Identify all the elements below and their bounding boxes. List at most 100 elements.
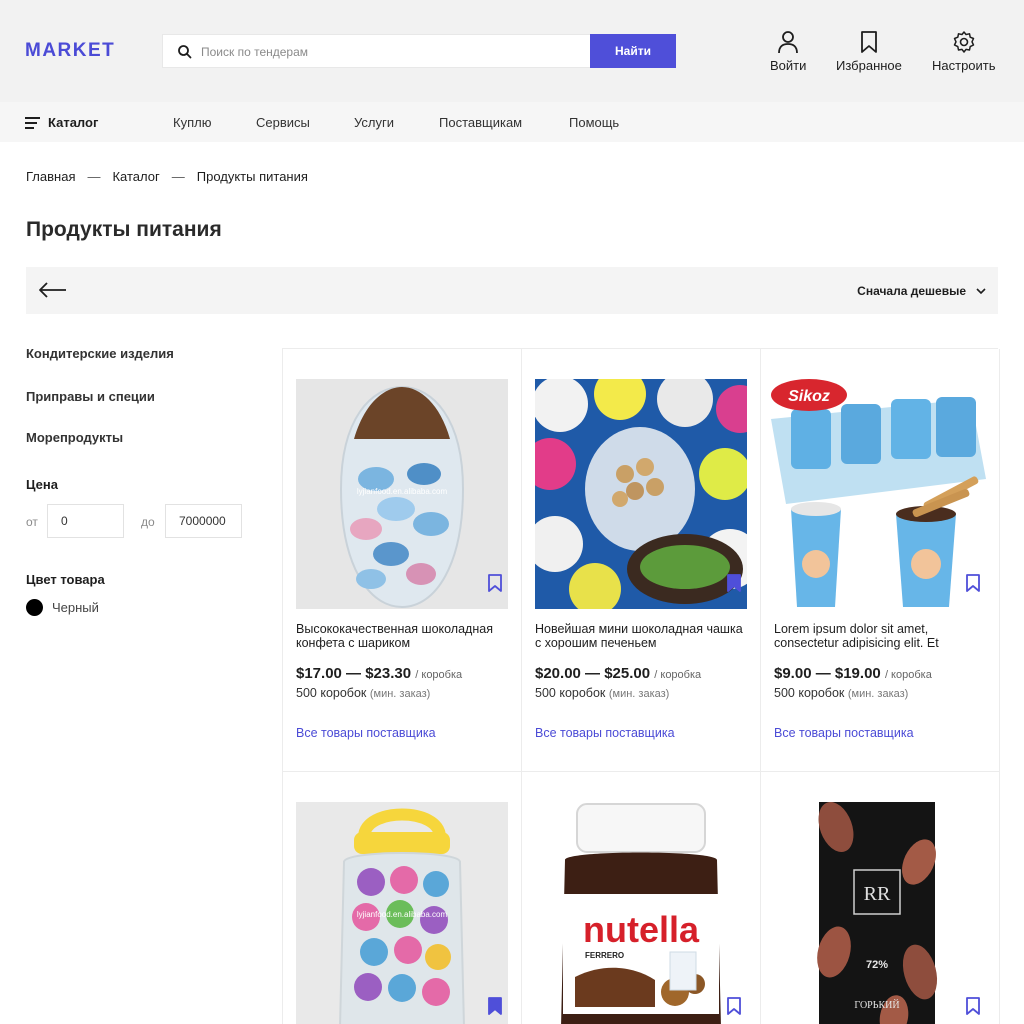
product-image[interactable]: RR 72% ГОРЬКИЙ — [774, 802, 986, 1024]
min-order: 500 коробок (мин. заказ) — [296, 686, 430, 700]
breadcrumb-separator: — — [87, 169, 101, 184]
search-bar — [162, 34, 590, 68]
color-filter-heading: Цвет товара — [26, 572, 105, 587]
price-range: $17.00 — $23.30 — [296, 665, 412, 682]
settings-label: Настроить — [932, 58, 996, 73]
supplier-products-link[interactable]: Все товары поставщика — [774, 726, 914, 740]
favorites-label: Избранное — [836, 58, 902, 73]
bookmark-button[interactable] — [965, 573, 981, 598]
nav-item-suppliers[interactable]: Поставщикам — [439, 115, 522, 130]
product-image[interactable]: Sikoz — [771, 379, 986, 609]
bookmark-button[interactable] — [726, 573, 742, 598]
moq-value: 500 коробок — [535, 686, 606, 700]
product-title[interactable]: Новейшая мини шоколадная чашка с хорошим… — [535, 622, 749, 650]
arrow-left-icon — [39, 282, 66, 298]
watermark-text: lyjianfood.en.alibaba.com — [357, 487, 448, 496]
breadcrumb-home[interactable]: Главная — [26, 169, 75, 184]
login-button[interactable]: Войти — [770, 30, 806, 73]
price-to-input[interactable] — [165, 504, 242, 538]
svg-text:RR: RR — [864, 883, 891, 905]
nav-item-buy[interactable]: Куплю — [173, 115, 211, 130]
favorites-button[interactable]: Избранное — [836, 30, 902, 73]
catalog-menu-button[interactable]: Каталог — [25, 115, 98, 130]
bookmark-icon — [966, 997, 980, 1015]
search-icon — [178, 45, 192, 59]
category-confectionery[interactable]: Кондитерские изделия — [26, 346, 174, 361]
product-image-jar: lyjianfood.en.alibaba.com — [296, 802, 508, 1024]
nav-item-offerings[interactable]: Услуги — [354, 115, 394, 130]
product-price: $20.00 — $25.00 / коробка — [535, 665, 701, 682]
category-spices[interactable]: Приправы и специи — [26, 389, 155, 404]
color-option-label: Черный — [52, 600, 99, 615]
moq-note: (мин. заказ) — [608, 688, 670, 700]
product-image[interactable] — [535, 379, 747, 609]
page-title: Продукты питания — [26, 218, 222, 241]
bookmark-button[interactable] — [487, 996, 503, 1021]
bookmark-button[interactable] — [487, 573, 503, 598]
nav-item-services[interactable]: Сервисы — [256, 115, 310, 130]
product-image-jar: lyjianfood.en.alibaba.com — [296, 379, 508, 609]
price-unit: / коробка — [884, 669, 932, 681]
product-grid: lyjianfood.en.alibaba.com Высококачестве… — [282, 348, 1000, 1024]
settings-button[interactable]: Настроить — [932, 30, 996, 73]
product-title[interactable]: Lorem ipsum dolor sit amet, consectetur … — [774, 622, 988, 650]
product-card[interactable]: RR 72% ГОРЬКИЙ — [761, 772, 1000, 1024]
product-image-sticks: Sikoz — [771, 379, 986, 609]
catalog-label: Каталог — [48, 115, 99, 130]
price-unit: / коробка — [654, 669, 702, 681]
bookmark-icon — [488, 574, 502, 592]
product-image-chocolate: RR 72% ГОРЬКИЙ — [774, 802, 986, 1024]
back-button[interactable] — [38, 281, 68, 304]
moq-value: 500 коробок — [296, 686, 367, 700]
brand-text: nutella — [583, 909, 700, 950]
product-image[interactable]: lyjianfood.en.alibaba.com — [296, 379, 508, 609]
color-option-black[interactable]: Черный — [26, 599, 99, 616]
bookmark-icon — [861, 31, 877, 53]
brand-subtext: FERRERO — [585, 951, 624, 960]
logo[interactable]: MARKET — [25, 40, 115, 62]
product-image-nutella: nutella FERRERO — [535, 802, 747, 1024]
supplier-products-link[interactable]: Все товары поставщика — [535, 726, 675, 740]
color-swatch — [26, 599, 43, 616]
main-nav: Каталог Куплю Сервисы Услуги Поставщикам… — [0, 102, 1024, 142]
product-price: $9.00 — $19.00 / коробка — [774, 665, 932, 682]
product-card[interactable]: lyjianfood.en.alibaba.com — [283, 772, 522, 1024]
search-input[interactable] — [201, 41, 581, 63]
price-range: $20.00 — $25.00 — [535, 665, 651, 682]
chevron-down-icon — [976, 287, 986, 294]
product-image[interactable]: nutella FERRERO — [535, 802, 747, 1024]
label-text: ГОРЬКИЙ — [854, 999, 899, 1011]
breadcrumb-current: Продукты питания — [196, 169, 308, 184]
product-card[interactable]: nutella FERRERO — [522, 772, 761, 1024]
supplier-products-link[interactable]: Все товары поставщика — [296, 726, 436, 740]
product-image-cups — [535, 379, 747, 609]
gear-icon — [953, 31, 975, 53]
bookmark-button[interactable] — [726, 996, 742, 1021]
price-from-input[interactable] — [47, 504, 124, 538]
category-seafood[interactable]: Морепродукты — [26, 430, 123, 445]
listing-toolbar: Сначала дешевые — [26, 267, 998, 314]
breadcrumb: Главная — Каталог — Продукты питания — [26, 169, 308, 184]
breadcrumb-catalog[interactable]: Каталог — [112, 169, 159, 184]
nav-item-help[interactable]: Помощь — [569, 115, 619, 130]
product-image[interactable]: lyjianfood.en.alibaba.com — [296, 802, 508, 1024]
product-title[interactable]: Высококачественная шоколадная конфета с … — [296, 622, 510, 650]
price-filter-heading: Цена — [26, 477, 58, 492]
moq-value: 500 коробок — [774, 686, 845, 700]
product-card[interactable]: Sikoz Lorem ipsum dolor sit amet, consec… — [761, 349, 1000, 772]
login-label: Войти — [770, 58, 807, 73]
brand-text: Sikoz — [788, 388, 830, 405]
sort-label: Сначала дешевые — [857, 284, 966, 298]
product-card[interactable]: Новейшая мини шоколадная чашка с хорошим… — [522, 349, 761, 772]
sort-dropdown[interactable]: Сначала дешевые — [857, 284, 986, 298]
price-range: $9.00 — $19.00 — [774, 665, 881, 682]
search-button[interactable]: Найти — [590, 34, 676, 68]
bookmark-button[interactable] — [965, 996, 981, 1021]
watermark-text: lyjianfood.en.alibaba.com — [357, 910, 448, 919]
breadcrumb-separator: — — [171, 169, 185, 184]
price-unit: / коробка — [415, 669, 463, 681]
product-card[interactable]: lyjianfood.en.alibaba.com Высококачестве… — [283, 349, 522, 772]
menu-icon — [25, 116, 40, 129]
price-to-label: до — [141, 515, 155, 529]
min-order: 500 коробок (мин. заказ) — [535, 686, 669, 700]
